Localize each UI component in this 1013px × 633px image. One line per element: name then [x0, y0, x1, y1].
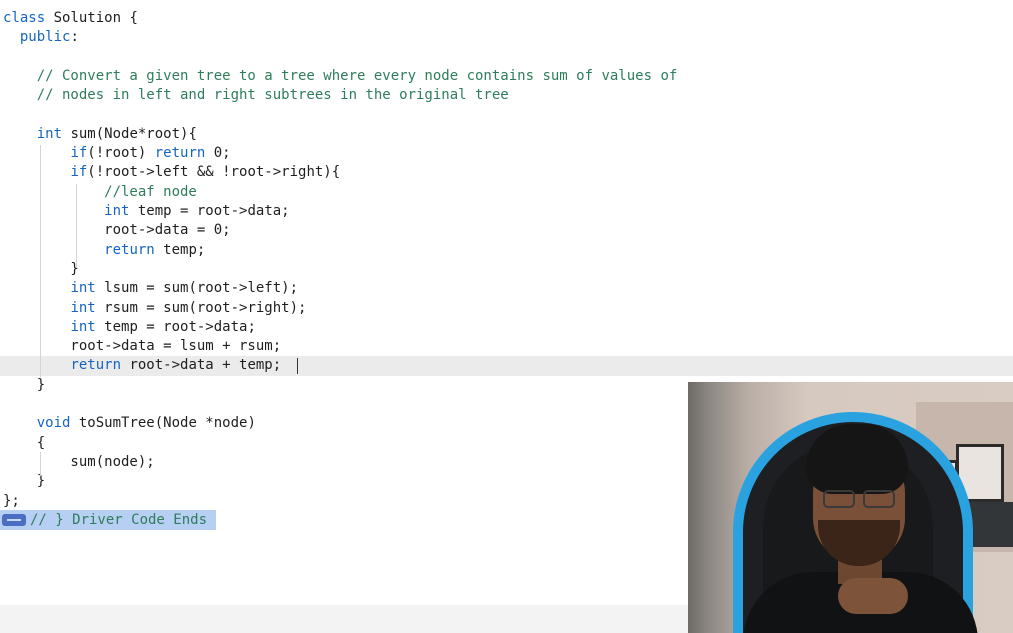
code-line[interactable]: return root->data + temp; — [0, 356, 1013, 376]
indent-guide — [40, 145, 41, 377]
webcam-overlay — [688, 382, 1013, 633]
code-line[interactable]: root->data = lsum + rsum; — [3, 337, 281, 356]
text-cursor — [297, 358, 298, 375]
fold-marker-icon[interactable] — [2, 514, 26, 526]
presenter-hand — [838, 578, 908, 614]
monitor — [968, 502, 1013, 547]
code-line[interactable]: int rsum = sum(root->right); — [3, 299, 306, 318]
code-line[interactable]: int sum(Node*root){ — [3, 125, 197, 144]
code-line[interactable]: // nodes in left and right subtrees in t… — [3, 86, 509, 105]
code-line[interactable]: if(!root) return 0; — [3, 144, 230, 163]
code-line[interactable]: public: — [3, 28, 79, 47]
code-line[interactable]: //leaf node — [3, 183, 197, 202]
indent-guide — [76, 184, 77, 268]
indent-guide — [40, 452, 41, 476]
code-line[interactable]: // Convert a given tree to a tree where … — [3, 67, 678, 86]
code-line[interactable]: return temp; — [3, 241, 205, 260]
code-line[interactable]: void toSumTree(Node *node) — [3, 414, 256, 433]
code-line[interactable]: }; — [3, 492, 20, 511]
code-line[interactable]: // } Driver Code Ends — [30, 511, 207, 530]
code-line[interactable]: } — [3, 472, 45, 491]
code-line[interactable]: if(!root->left && !root->right){ — [3, 163, 340, 182]
glasses-lens — [823, 490, 855, 508]
code-line[interactable]: class Solution { — [3, 9, 138, 28]
glasses — [821, 490, 901, 510]
code-line[interactable]: sum(node); — [3, 453, 154, 472]
code-line[interactable]: root->data = 0; — [3, 221, 230, 240]
glasses-lens — [863, 490, 895, 508]
presenter-hair — [806, 424, 908, 494]
code-line[interactable]: int lsum = sum(root->left); — [3, 279, 298, 298]
code-line[interactable]: int temp = root->data; — [3, 202, 289, 221]
code-line[interactable]: } — [3, 376, 45, 395]
code-line[interactable]: { — [3, 434, 45, 453]
